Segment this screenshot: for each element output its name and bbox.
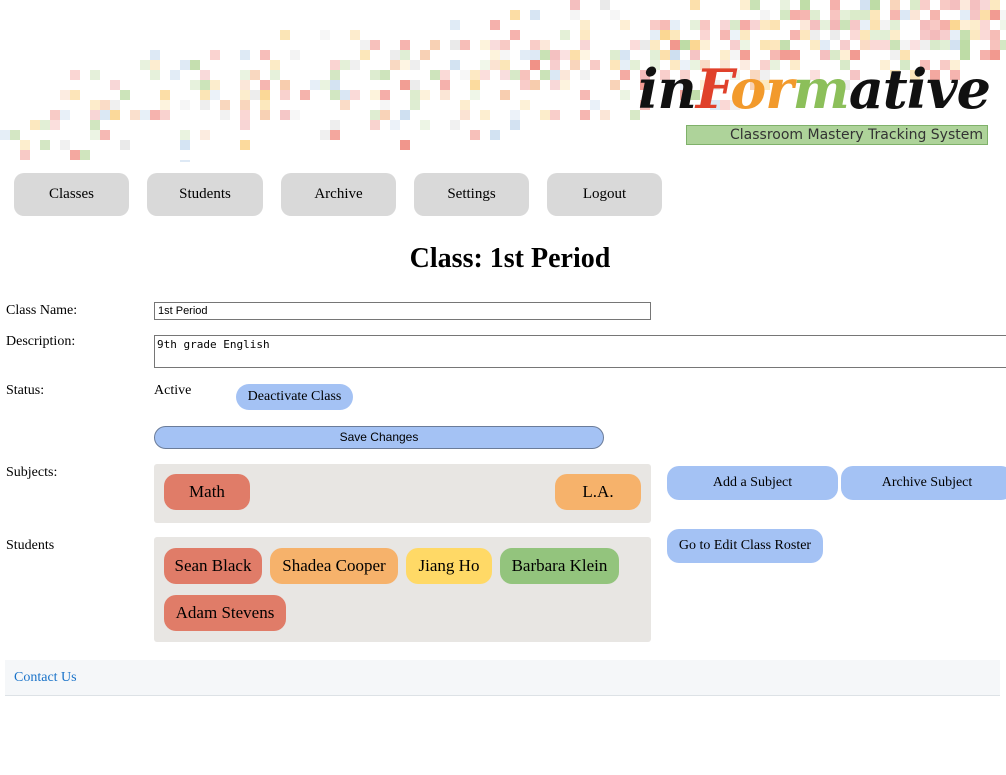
student-chip[interactable]: Barbara Klein — [500, 548, 619, 584]
nav-archive-button[interactable]: Archive — [281, 173, 396, 216]
description-textarea[interactable]: 9th grade English — [154, 335, 1006, 368]
logo-tagline: Classroom Mastery Tracking System — [686, 125, 988, 145]
subjects-label: Subjects: — [6, 465, 58, 480]
nav-classes-button[interactable]: Classes — [14, 173, 129, 216]
save-changes-button[interactable]: Save Changes — [154, 426, 604, 449]
status-value: Active — [154, 383, 192, 398]
logo-part: or — [730, 57, 793, 121]
nav-logout-button[interactable]: Logout — [547, 173, 662, 216]
nav-settings-button[interactable]: Settings — [414, 173, 529, 216]
deactivate-class-button[interactable]: Deactivate Class — [236, 384, 353, 410]
subject-chip-math[interactable]: Math — [164, 474, 250, 510]
class-name-label: Class Name: — [6, 303, 78, 318]
header-banner: inFormative Classroom Mastery Tracking S… — [0, 0, 1006, 162]
description-label: Description: — [6, 334, 76, 349]
logo-part: ative — [848, 57, 991, 121]
footer: Contact Us — [5, 660, 1000, 696]
student-chip[interactable]: Adam Stevens — [164, 595, 286, 631]
subject-chip-la[interactable]: L.A. — [555, 474, 641, 510]
class-name-input[interactable]: 1st Period — [154, 302, 651, 320]
edit-class-roster-button[interactable]: Go to Edit Class Roster — [667, 529, 823, 563]
logo-part: F — [695, 57, 731, 121]
contact-us-link[interactable]: Contact Us — [14, 670, 77, 686]
nav-students-button[interactable]: Students — [147, 173, 263, 216]
page-title: Class: 1st Period — [409, 243, 611, 274]
logo-part: in — [638, 57, 697, 121]
student-chip[interactable]: Shadea Cooper — [270, 548, 398, 584]
logo-part: m — [792, 57, 850, 121]
subjects-box: Math L.A. — [154, 464, 651, 523]
add-subject-button[interactable]: Add a Subject — [667, 466, 838, 500]
archive-subject-button[interactable]: Archive Subject — [841, 466, 1006, 500]
students-label: Students — [6, 538, 55, 553]
student-chip[interactable]: Jiang Ho — [406, 548, 492, 584]
status-label: Status: — [6, 383, 45, 398]
students-box: Sean Black Shadea Cooper Jiang Ho Barbar… — [154, 537, 651, 642]
logo: inFormative — [638, 62, 991, 116]
page: inFormative Classroom Mastery Tracking S… — [0, 0, 1006, 775]
student-chip[interactable]: Sean Black — [164, 548, 262, 584]
